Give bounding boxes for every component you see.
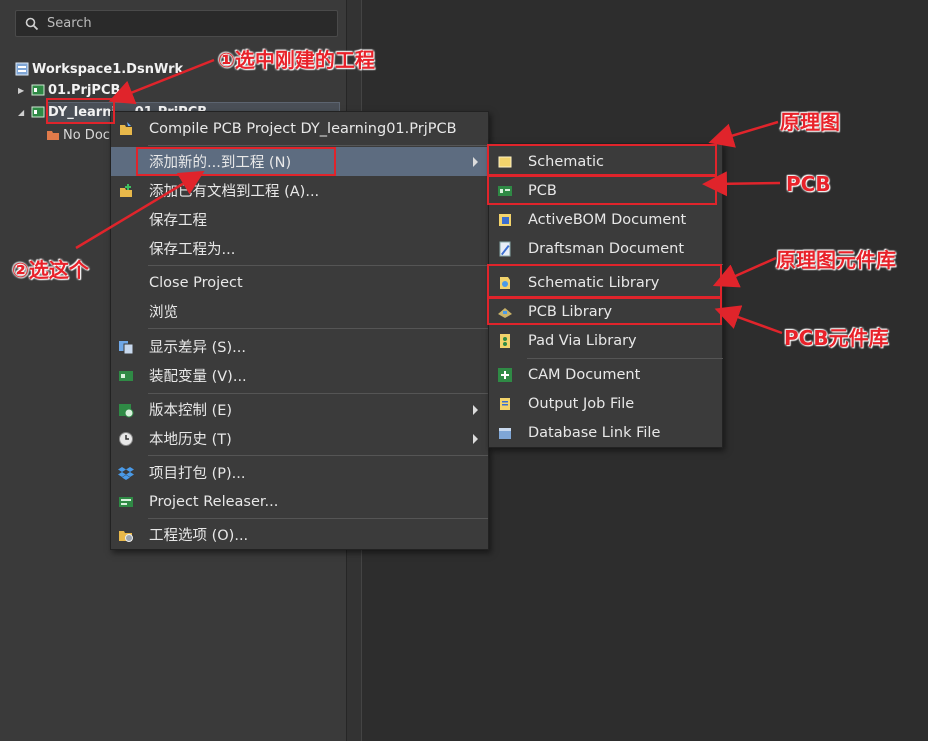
clock-icon xyxy=(119,432,133,446)
pad-via-library-icon xyxy=(500,334,510,348)
menu-item-save-project-as[interactable]: 保存工程为... xyxy=(111,234,488,263)
workspace-label: Workspace1.DsnWrk xyxy=(32,61,184,77)
project1-label: 01.PrjPCB xyxy=(48,82,121,98)
menu-item-project-releaser[interactable]: Project Releaser... xyxy=(111,487,488,516)
menu-item-project-packager[interactable]: 项目打包 (P)... xyxy=(111,458,488,487)
folder-icon xyxy=(47,131,59,140)
menu-item-compile[interactable]: Compile PCB Project DY_learning01.PrjPCB xyxy=(111,114,488,143)
add-document-icon xyxy=(120,184,132,197)
activebom-label: ActiveBOM Document xyxy=(528,211,687,228)
annotation-box-project xyxy=(46,98,115,124)
menu-item-browse[interactable]: 浏览 xyxy=(111,297,488,326)
variants-icon xyxy=(119,371,133,381)
menu-item-show-differences[interactable]: 显示差异 (S)... xyxy=(111,332,488,361)
annotation-pcb-library: PCB元件库 xyxy=(784,326,889,350)
add-existing-label: 添加已有文档到工程 (A)... xyxy=(149,184,320,200)
local-history-label: 本地历史 (T) xyxy=(149,432,232,448)
submenu-arrow-icon xyxy=(473,433,478,444)
submenu-item-cam-document[interactable]: CAM Document xyxy=(489,360,722,389)
search-input[interactable] xyxy=(45,15,319,32)
releaser-icon xyxy=(119,497,133,507)
cam-document-icon xyxy=(498,368,512,382)
annotation-box-schematic-library xyxy=(487,264,722,298)
submenu-separator xyxy=(527,358,723,359)
search-icon xyxy=(25,17,39,30)
database-link-label: Database Link File xyxy=(528,424,661,441)
menu-separator xyxy=(148,455,488,456)
submenu-item-draftsman[interactable]: Draftsman Document xyxy=(489,234,722,263)
menu-separator xyxy=(148,265,488,266)
menu-separator xyxy=(148,328,488,329)
menu-item-version-control[interactable]: 版本控制 (E) xyxy=(111,395,488,424)
menu-item-project-options[interactable]: 工程选项 (O)... xyxy=(111,520,488,549)
draftsman-label: Draftsman Document xyxy=(528,240,685,257)
tree-item-workspace[interactable]: Workspace1.DsnWrk xyxy=(15,59,183,79)
pad-via-library-label: Pad Via Library xyxy=(528,333,637,349)
activebom-icon xyxy=(499,214,511,226)
draftsman-icon xyxy=(499,241,511,257)
browse-label: 浏览 xyxy=(149,305,178,321)
submenu-item-activebom[interactable]: ActiveBOM Document xyxy=(489,205,722,234)
show-differences-label: 显示差异 (S)... xyxy=(149,340,246,356)
annotation-schematic: 原理图 xyxy=(780,110,840,134)
submenu-arrow-icon xyxy=(473,404,478,415)
menu-item-local-history[interactable]: 本地历史 (T) xyxy=(111,424,488,453)
submenu-item-pad-via-library[interactable]: Pad Via Library xyxy=(489,326,722,355)
submenu-item-database-link-file[interactable]: Database Link File xyxy=(489,418,722,447)
annotation-box-add-new xyxy=(136,147,336,176)
save-project-label: 保存工程 xyxy=(149,213,207,229)
project-options-icon xyxy=(119,531,133,542)
annotation-box-pcb xyxy=(487,175,717,205)
annotation-pcb: PCB xyxy=(786,172,831,196)
output-job-icon xyxy=(500,398,510,410)
search-box[interactable] xyxy=(15,10,338,37)
context-menu: Compile PCB Project DY_learning01.PrjPCB… xyxy=(110,111,489,550)
output-job-label: Output Job File xyxy=(528,395,635,412)
annotation-step2: ②选这个 xyxy=(12,258,89,282)
compile-icon xyxy=(120,122,132,135)
version-control-label: 版本控制 (E) xyxy=(149,403,233,419)
expand-arrow-icon[interactable]: ▶ xyxy=(18,86,28,95)
pad-via-library-text: Pad Via Library xyxy=(528,332,637,349)
show-differences-icon xyxy=(119,341,134,355)
workspace-icon xyxy=(15,62,29,76)
annotation-schematic-library: 原理图元件库 xyxy=(776,248,896,272)
annotation-step1: ①选中刚建的工程 xyxy=(218,48,375,72)
version-control-icon xyxy=(119,404,134,418)
pcb-project-icon xyxy=(31,106,45,118)
collapse-arrow-icon[interactable]: ◢ xyxy=(18,108,28,117)
annotation-box-pcb-library xyxy=(487,297,722,325)
annotation-box-schematic xyxy=(487,144,717,176)
menu-item-close-project[interactable]: Close Project xyxy=(111,268,488,297)
cam-document-label: CAM Document xyxy=(528,366,641,383)
submenu-arrow-icon xyxy=(473,156,478,167)
project-options-label: 工程选项 (O)... xyxy=(149,528,249,544)
project-releaser-label: Project Releaser... xyxy=(149,493,279,510)
pcb-project-icon xyxy=(31,84,45,96)
save-project-as-label: 保存工程为... xyxy=(149,242,236,258)
close-project-label: Close Project xyxy=(149,274,243,291)
no-documents-label: No Doc xyxy=(63,127,110,143)
submenu-item-output-job-file[interactable]: Output Job File xyxy=(489,389,722,418)
dropbox-icon xyxy=(118,467,134,480)
menu-item-add-existing[interactable]: 添加已有文档到工程 (A)... xyxy=(111,176,488,205)
project-packager-label: 项目打包 (P)... xyxy=(149,466,246,482)
menu-separator xyxy=(148,145,488,146)
menu-item-save-project[interactable]: 保存工程 xyxy=(111,205,488,234)
database-link-icon xyxy=(499,428,511,439)
menu-separator xyxy=(148,393,488,394)
menu-item-variants[interactable]: 装配变量 (V)... xyxy=(111,361,488,390)
compile-label: Compile PCB Project DY_learning01.PrjPCB xyxy=(149,120,457,137)
tree-item-project1[interactable]: ▶ 01.PrjPCB xyxy=(18,80,120,100)
menu-separator xyxy=(148,518,488,519)
tree-item-no-documents[interactable]: No Doc xyxy=(46,125,110,145)
variants-label: 装配变量 (V)... xyxy=(149,369,247,385)
